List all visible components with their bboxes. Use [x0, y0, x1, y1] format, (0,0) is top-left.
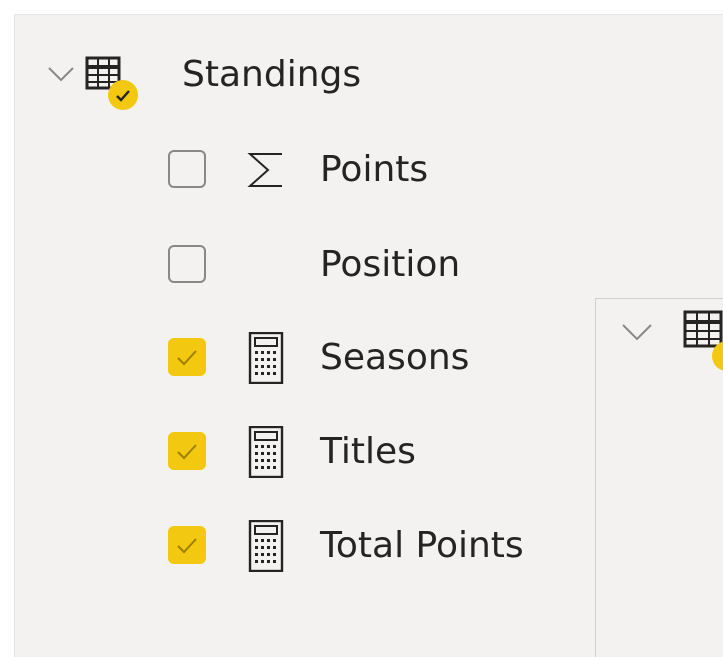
calculator-icon — [244, 519, 288, 573]
field-checkbox-checked[interactable] — [168, 338, 206, 376]
checked-fields-badge-icon — [108, 80, 138, 110]
field-row-points[interactable]: Points — [168, 144, 588, 196]
calculator-icon — [244, 425, 288, 479]
field-label: Titles — [320, 431, 416, 472]
field-label: Total Points — [320, 525, 524, 566]
field-row-seasons[interactable]: Seasons — [168, 331, 588, 385]
field-checkbox-checked[interactable] — [168, 526, 206, 564]
field-checkbox-checked[interactable] — [168, 432, 206, 470]
calculator-icon — [244, 331, 288, 385]
second-fields-pane — [595, 298, 723, 657]
sigma-icon — [244, 144, 288, 196]
field-row-position[interactable]: Position — [168, 239, 588, 291]
field-row-titles[interactable]: Titles — [168, 425, 588, 479]
table-header-standings[interactable] — [46, 52, 138, 110]
field-label: Points — [320, 149, 429, 190]
field-checkbox[interactable] — [168, 150, 206, 188]
field-row-total-points[interactable]: Total Points — [168, 519, 588, 573]
screenshot-stage: Standings Points Position Seasons Titles… — [0, 0, 723, 657]
field-label: Seasons — [320, 337, 470, 378]
table-name-label[interactable]: Standings — [182, 50, 361, 100]
table-icon — [84, 54, 138, 110]
field-label: Position — [320, 244, 461, 285]
chevron-down-icon[interactable] — [46, 59, 76, 89]
chevron-down-icon[interactable] — [620, 315, 654, 353]
field-checkbox[interactable] — [168, 245, 206, 283]
